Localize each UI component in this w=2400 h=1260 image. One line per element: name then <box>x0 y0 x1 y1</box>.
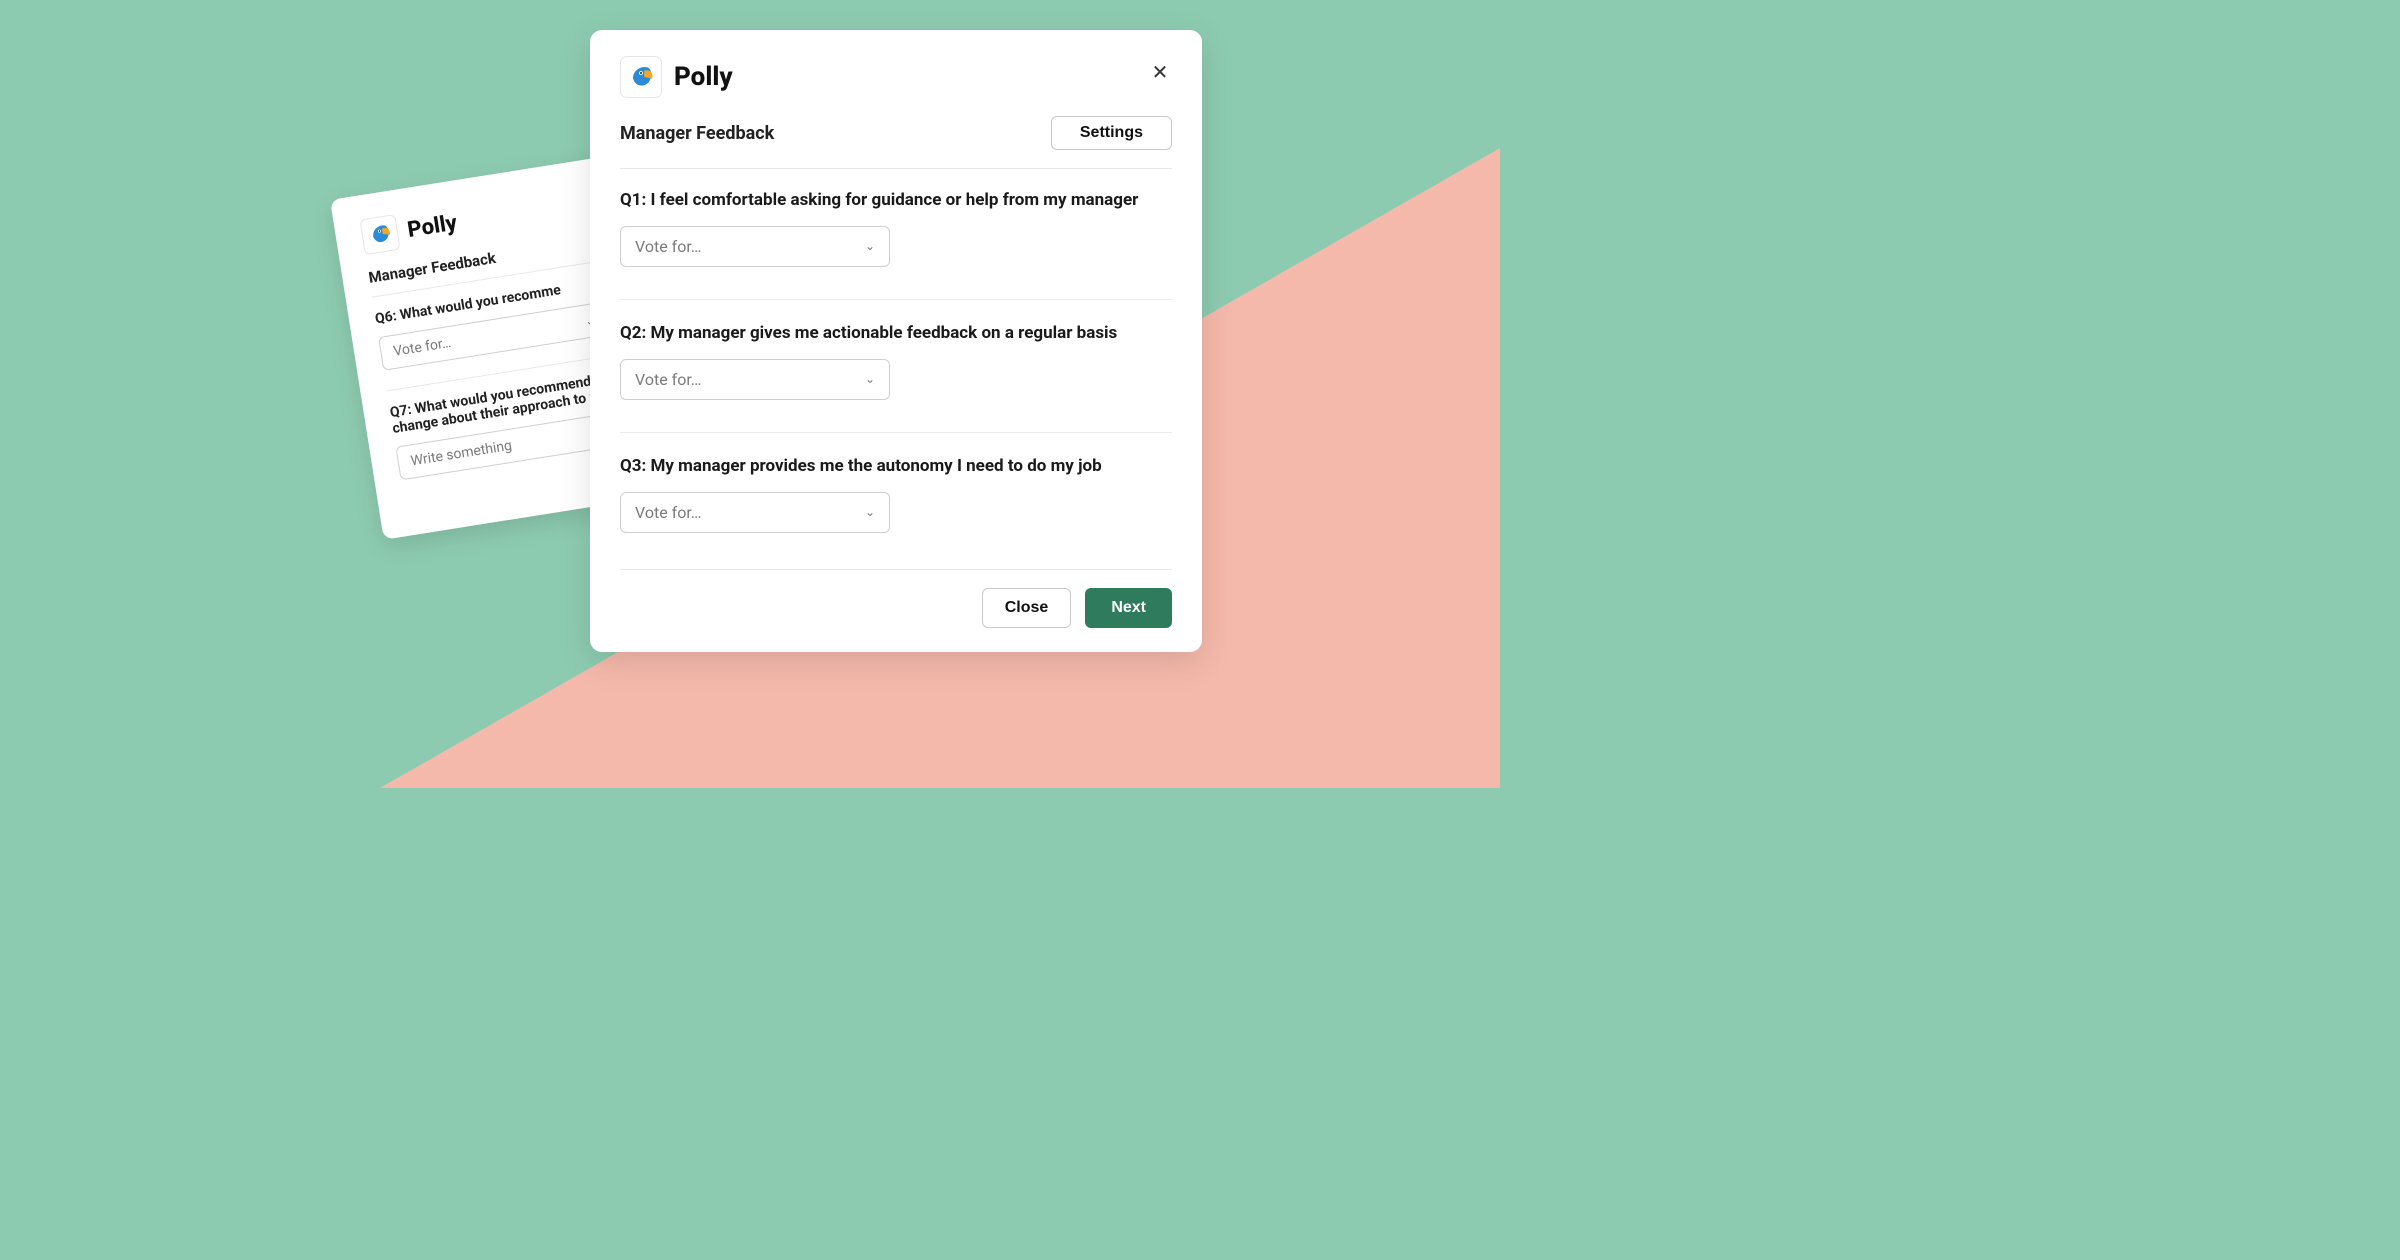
close-icon[interactable]: ✕ <box>1148 60 1172 84</box>
settings-button[interactable]: Settings <box>1051 116 1172 150</box>
question-block-q1: Q1: I feel comfortable asking for guidan… <box>620 189 1172 267</box>
vote-placeholder: Vote for… <box>635 370 702 389</box>
modal-footer: Close Next <box>620 569 1172 628</box>
question-block-q2: Q2: My manager gives me actionable feedb… <box>620 322 1172 400</box>
divider <box>620 168 1172 169</box>
chevron-down-icon: ⌄ <box>865 505 875 519</box>
question-label-q1: Q1: I feel comfortable asking for guidan… <box>620 189 1172 212</box>
question-label-q3: Q3: My manager provides me the autonomy … <box>620 455 1172 478</box>
vote-placeholder: Vote for… <box>392 335 452 360</box>
write-placeholder: Write something <box>410 438 513 470</box>
chevron-down-icon: ⌄ <box>865 239 875 253</box>
parrot-icon <box>625 61 657 93</box>
parrot-icon <box>364 219 396 251</box>
vote-select-q2[interactable]: Vote for… ⌄ <box>620 359 890 400</box>
close-button[interactable]: Close <box>982 588 1072 628</box>
question-block-q3: Q3: My manager provides me the autonomy … <box>620 455 1172 533</box>
brand-name: Polly <box>674 62 733 92</box>
app-logo <box>620 56 662 98</box>
vote-placeholder: Vote for… <box>635 237 702 256</box>
survey-title: Manager Feedback <box>620 123 774 144</box>
vote-select-q1[interactable]: Vote for… ⌄ <box>620 226 890 267</box>
vote-placeholder: Vote for… <box>635 503 702 522</box>
divider <box>620 432 1172 433</box>
brand-name: Polly <box>406 210 459 242</box>
vote-select-q3[interactable]: Vote for… ⌄ <box>620 492 890 533</box>
subtitle-row: Manager Feedback Settings <box>620 116 1172 150</box>
app-logo <box>359 214 400 255</box>
chevron-down-icon: ⌄ <box>865 372 875 386</box>
question-label-q2: Q2: My manager gives me actionable feedb… <box>620 322 1172 345</box>
survey-card-front: Polly ✕ Manager Feedback Settings Q1: I … <box>590 30 1202 652</box>
divider <box>620 299 1172 300</box>
modal-header: Polly ✕ <box>620 56 1172 98</box>
next-button[interactable]: Next <box>1085 588 1172 628</box>
